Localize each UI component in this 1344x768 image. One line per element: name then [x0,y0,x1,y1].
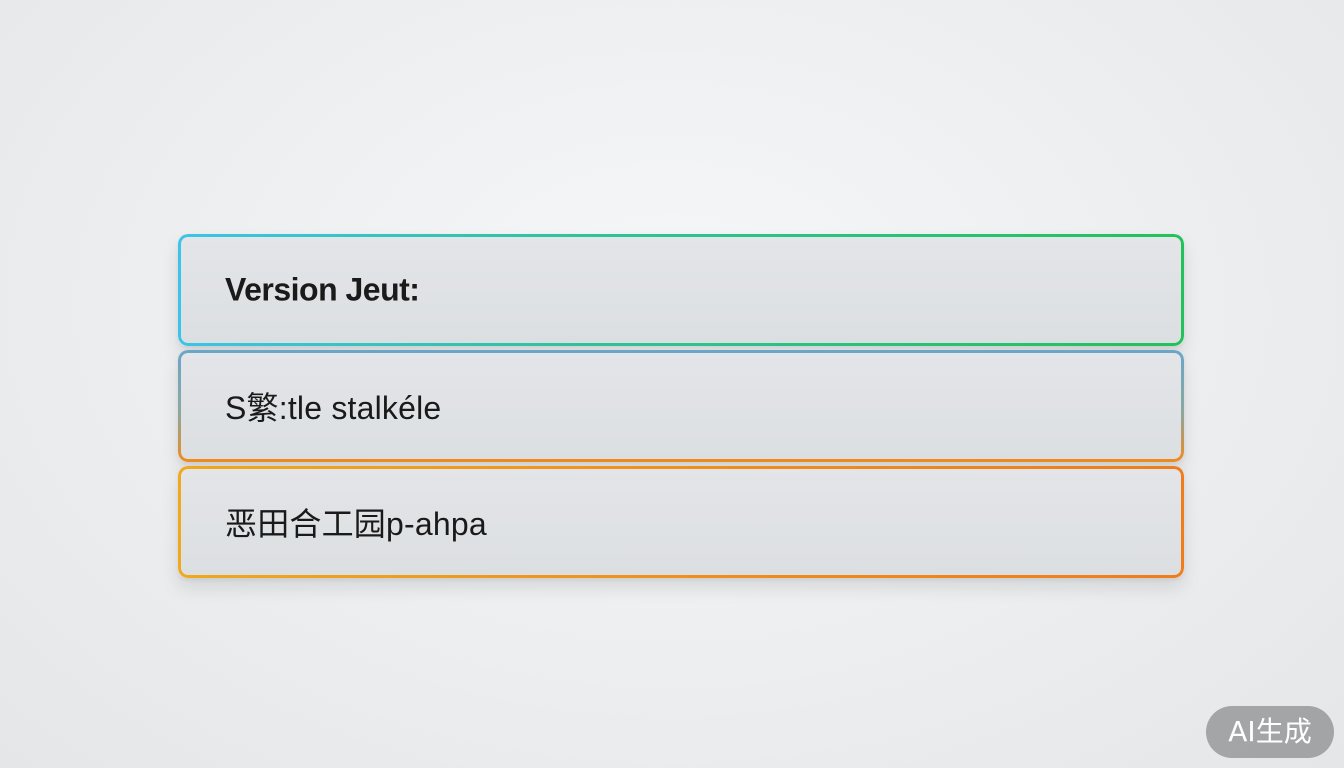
ai-generated-watermark: AI生成 [1206,706,1334,758]
list-item-subtitle[interactable]: S繁:tle stalkéle [178,350,1184,462]
list-item-label: Version Jeut: [225,271,420,308]
list-item-label: 恶田合工园p-ahpa [225,506,487,542]
list-item-alpha[interactable]: 恶田合工园p-ahpa [178,466,1184,578]
option-list: Version Jeut: S繁:tle stalkéle 恶田合工园p-ahp… [178,234,1184,578]
list-item-version[interactable]: Version Jeut: [178,234,1184,346]
list-item-label: S繁:tle stalkéle [225,390,442,426]
